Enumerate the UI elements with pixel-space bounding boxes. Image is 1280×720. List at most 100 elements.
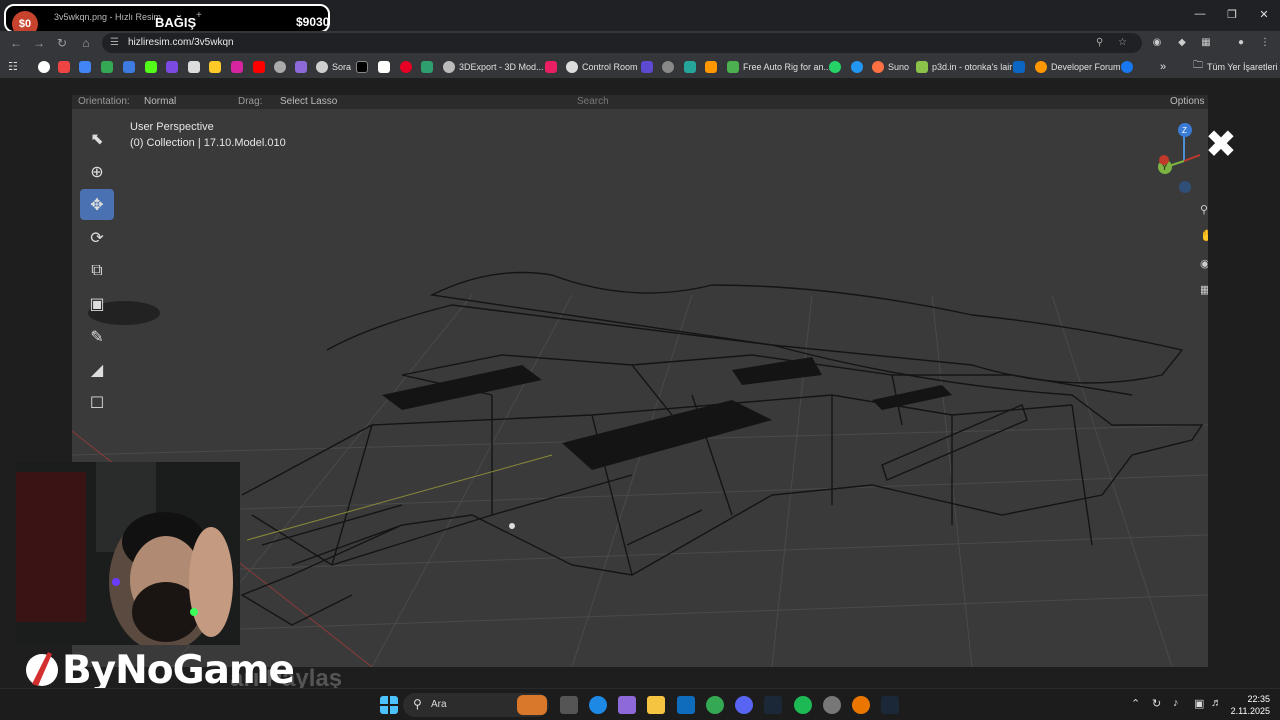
bookmark-icon[interactable] — [684, 58, 700, 75]
building-wireframe — [240, 271, 1204, 626]
donation-amount: $9030 — [296, 15, 330, 29]
tray-chevron-icon[interactable]: ⌃ — [1131, 697, 1140, 710]
network-icon[interactable]: ▣ — [1194, 697, 1204, 710]
scale-tool-icon[interactable]: ⧉ — [80, 255, 114, 286]
task-view-icon[interactable] — [560, 696, 578, 714]
facebook-icon[interactable] — [1121, 58, 1137, 75]
bookmark-icon[interactable] — [378, 58, 394, 75]
bookmark-icon[interactable] — [662, 58, 678, 75]
donation-label: BAĞIŞ — [155, 15, 197, 30]
rotate-tool-icon[interactable]: ⟳ — [80, 222, 114, 253]
measure-tool-icon[interactable]: ◢ — [80, 354, 114, 385]
bookmark-icon[interactable] — [641, 58, 657, 75]
all-bookmarks-folder[interactable]: 🗀 Tüm Yer İşaretleri — [1193, 58, 1278, 75]
select-tool-icon[interactable]: ⬉ — [80, 123, 114, 154]
bookmark-icon[interactable] — [166, 58, 182, 75]
file-explorer-icon[interactable] — [647, 696, 665, 714]
photos-icon[interactable] — [79, 58, 95, 75]
back-icon[interactable]: ← — [8, 35, 24, 51]
instagram-icon[interactable] — [231, 58, 247, 75]
transform-tool-icon[interactable]: ▣ — [80, 288, 114, 319]
zoom-icon[interactable]: ⚲ — [1096, 37, 1108, 49]
bookmark-auto-rig[interactable]: Free Auto Rig for an... — [727, 58, 831, 75]
discord-icon[interactable] — [735, 696, 753, 714]
microphone-icon[interactable]: ♪ — [1173, 697, 1179, 709]
annotate-tool-icon[interactable]: ✎ — [80, 321, 114, 352]
bookmark-icon[interactable] — [188, 58, 204, 75]
bookmark-icon[interactable] — [421, 58, 437, 75]
pinterest-icon[interactable] — [400, 58, 416, 75]
app-icon[interactable] — [823, 696, 841, 714]
home-icon[interactable]: ⌂ — [78, 35, 94, 51]
gmail-icon[interactable] — [58, 58, 74, 75]
bookmark-icon[interactable] — [705, 58, 721, 75]
bookmark-icon[interactable] — [295, 58, 311, 75]
apps-grid-icon[interactable]: ☷ — [8, 58, 18, 75]
edge-icon[interactable] — [589, 696, 607, 714]
star-icon[interactable]: ☆ — [1118, 37, 1130, 49]
search-icon: ⚲ — [413, 697, 422, 711]
reload-icon[interactable]: ↻ — [54, 35, 70, 51]
bookmarks-bar: ☷ Sora 3DExport - 3D Mod... Control Room… — [0, 55, 1280, 78]
more-bookmarks-icon[interactable]: » — [1160, 58, 1166, 75]
perspective-toggle-icon[interactable]: ▦ — [1200, 283, 1208, 297]
minimize-button[interactable]: — — [1184, 0, 1216, 28]
search-highlight-icon — [517, 695, 547, 715]
pan-hand-icon[interactable]: ✋ — [1200, 229, 1208, 243]
bookmark-sora[interactable]: Sora — [316, 58, 351, 75]
maximize-button[interactable]: ❐ — [1216, 0, 1248, 28]
copilot-icon[interactable] — [618, 696, 636, 714]
behance-icon[interactable] — [545, 58, 561, 75]
floor-grid — [72, 294, 1208, 667]
profile-avatar[interactable]: ● — [1234, 36, 1248, 50]
steam-icon[interactable] — [881, 696, 899, 714]
bookmark-p3d[interactable]: p3d.in - otonka's lair — [916, 58, 1012, 75]
move-tool-icon[interactable]: ✥ — [80, 189, 114, 220]
spotify-icon[interactable] — [794, 696, 812, 714]
blender-viewport[interactable]: Orientation: Normal Drag: Select Lasso S… — [72, 95, 1208, 667]
bookmark-suno[interactable]: Suno — [872, 58, 909, 75]
gizmo-neg-z-handle[interactable] — [1179, 181, 1191, 193]
blender-icon[interactable] — [852, 696, 870, 714]
gizmo-x-handle[interactable] — [1159, 155, 1169, 165]
windows-start-icon[interactable] — [380, 696, 398, 714]
google-icon[interactable] — [38, 58, 54, 75]
bookmark-developer-forum[interactable]: Developer Forum — [1035, 58, 1121, 75]
chrome-icon[interactable] — [706, 696, 724, 714]
volume-icon[interactable]: ♬ — [1211, 697, 1222, 709]
close-overlay-icon[interactable]: ✖ — [1205, 126, 1237, 164]
extension-icon[interactable]: ◉ — [1150, 36, 1164, 50]
browser-tab[interactable]: $0 3v5wkqn.png - Hızlı Resim BAĞIŞ + $90… — [4, 4, 330, 37]
x-icon[interactable] — [356, 58, 372, 75]
outlook-icon[interactable] — [677, 696, 695, 714]
url-text: hizliresim.com/3v5wkqn — [128, 37, 234, 48]
bookmark-icon[interactable] — [851, 58, 867, 75]
add-cube-tool-icon[interactable]: ☐ — [80, 387, 114, 418]
extensions-puzzle-icon[interactable]: ▦ — [1199, 36, 1213, 50]
chatgpt-icon[interactable] — [274, 58, 290, 75]
youtube-icon[interactable] — [253, 58, 269, 75]
close-window-button[interactable]: ✕ — [1248, 0, 1280, 28]
menu-kebab-icon[interactable]: ⋮ — [1258, 36, 1272, 50]
drive-icon[interactable] — [101, 58, 117, 75]
camera-icon[interactable]: ◉ — [1200, 257, 1208, 271]
taskbar-clock[interactable]: 22:35 2.11.2025 — [1228, 693, 1270, 717]
zoom-icon[interactable]: ⚲ — [1200, 203, 1208, 217]
taskbar-search-input[interactable]: ⚲ Ara — [403, 693, 549, 717]
forward-icon[interactable]: → — [31, 35, 47, 51]
cursor-tool-icon[interactable]: ⊕ — [80, 156, 114, 187]
linkedin-icon[interactable] — [1013, 58, 1029, 75]
url-field[interactable]: ☰ hizliresim.com/3v5wkqn ⚲ ☆ — [102, 33, 1142, 53]
bookmark-icon[interactable] — [209, 58, 225, 75]
bookmark-3dexport[interactable]: 3DExport - 3D Mod... — [443, 58, 544, 75]
site-info-icon[interactable]: ☰ — [110, 37, 122, 49]
steam-icon[interactable] — [764, 696, 782, 714]
bookmark-control-room[interactable]: Control Room — [566, 58, 638, 75]
navigation-gizmo[interactable]: Z Y — [1152, 123, 1208, 193]
whatsapp-icon[interactable] — [829, 58, 845, 75]
docs-icon[interactable] — [123, 58, 139, 75]
extension-icon[interactable]: ◆ — [1175, 36, 1189, 50]
sync-icon[interactable]: ↻ — [1152, 697, 1161, 710]
new-tab-button[interactable]: + — [196, 10, 202, 21]
kick-icon[interactable] — [145, 58, 161, 75]
